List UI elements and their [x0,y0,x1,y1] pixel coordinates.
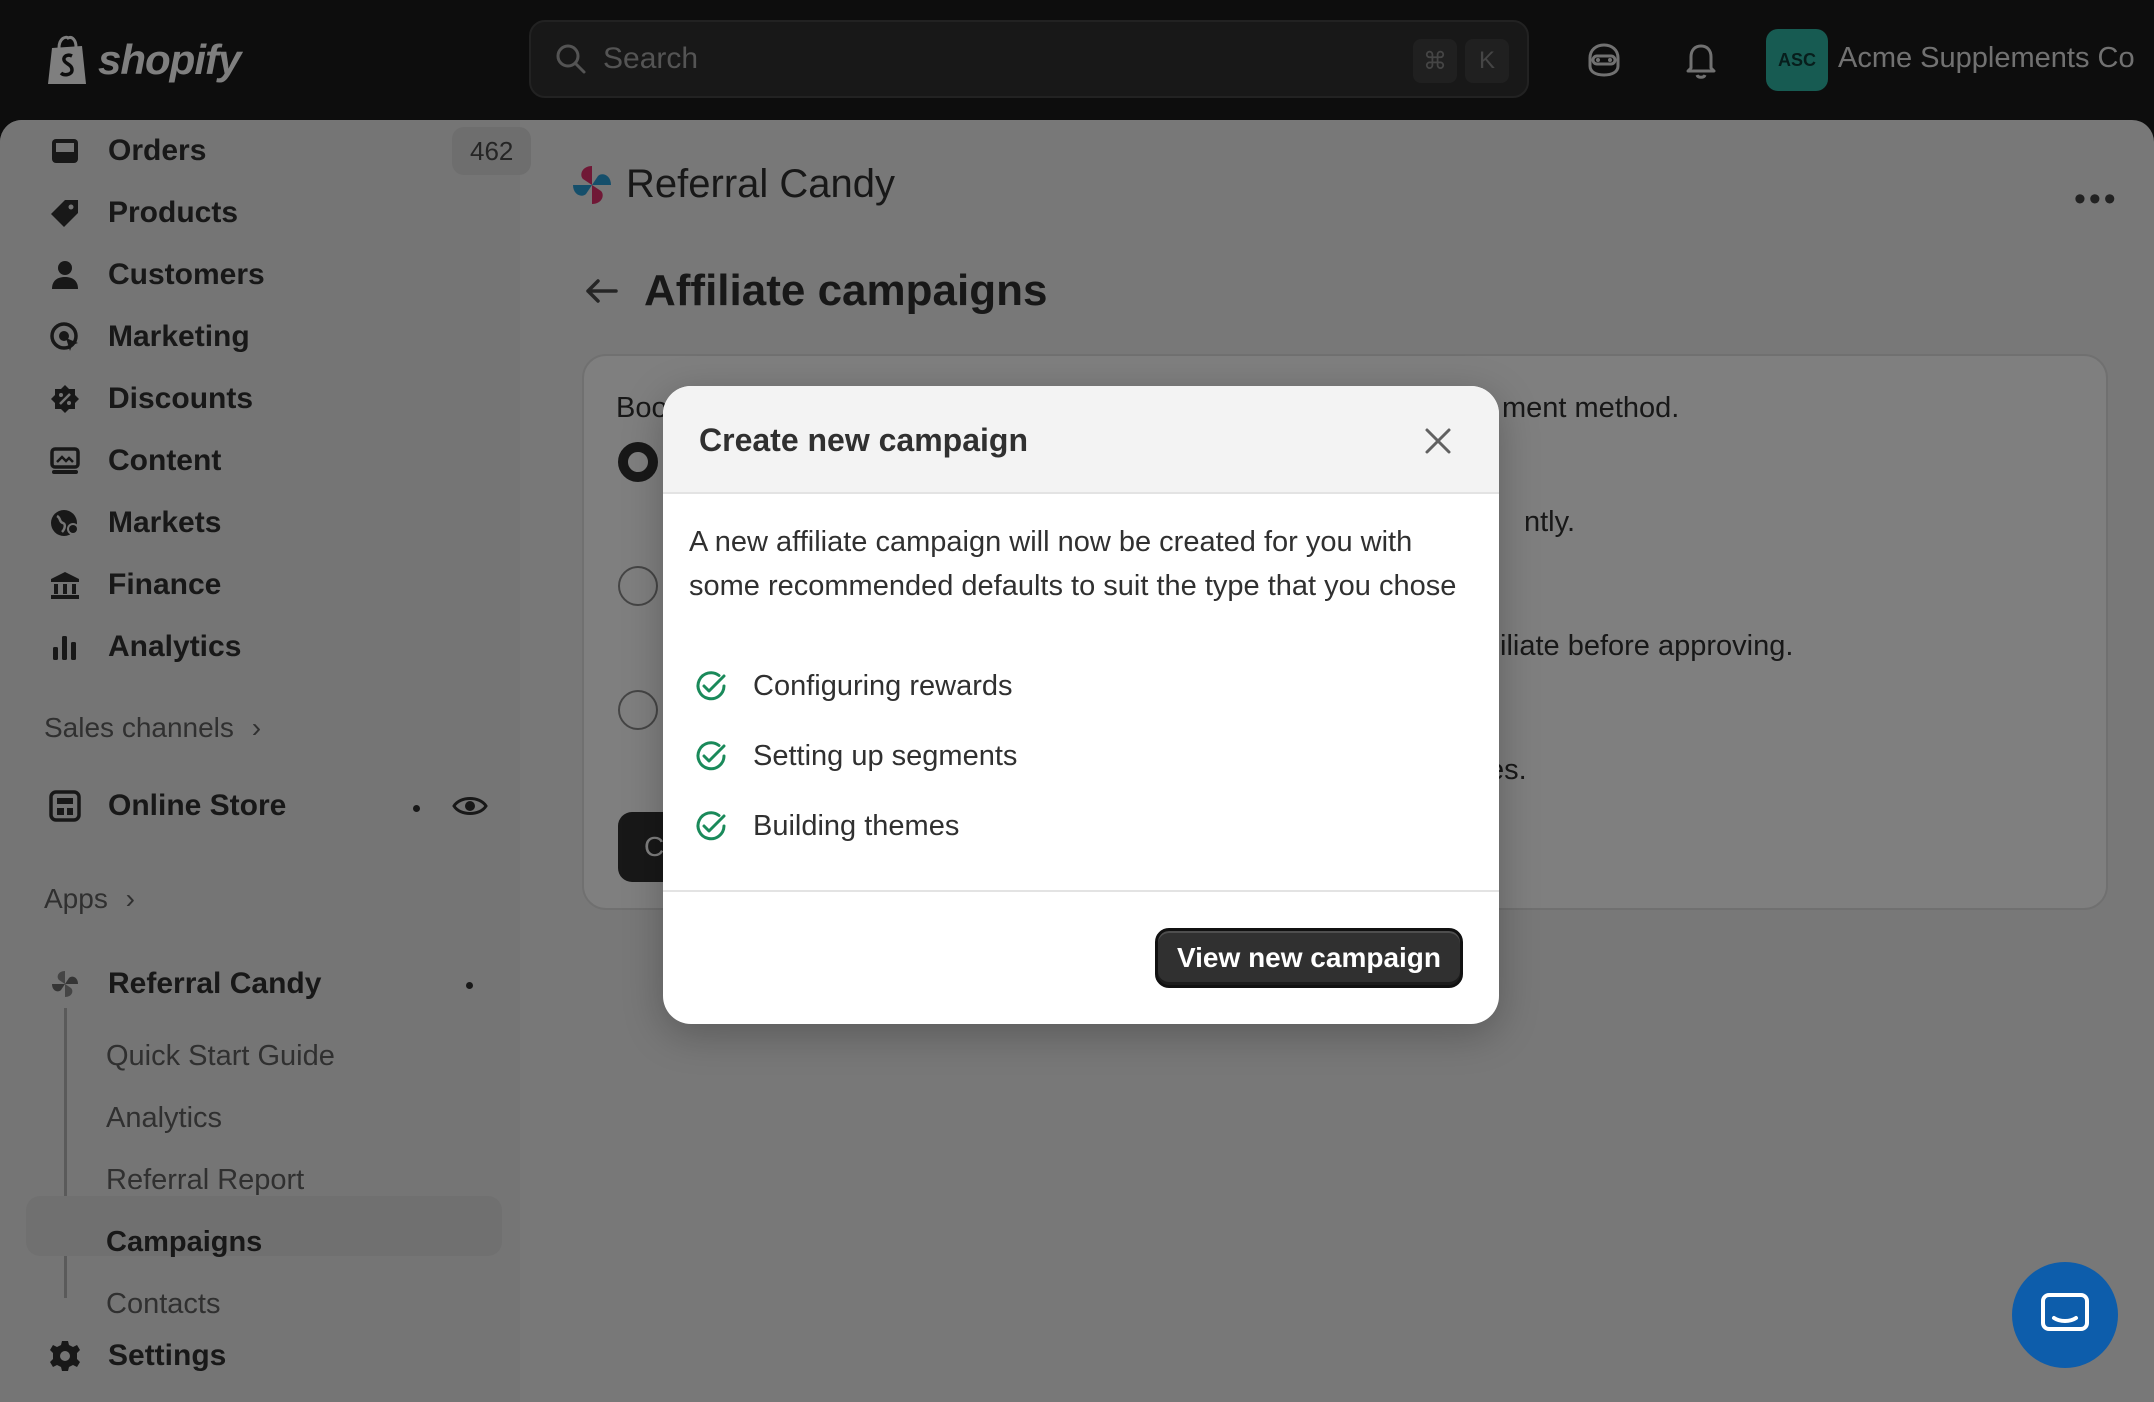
step-configuring-rewards: Configuring rewards [693,668,1013,704]
modal-description: A new affiliate campaign will now be cre… [689,526,1457,602]
chat-launcher-button[interactable] [2012,1262,2118,1368]
view-new-campaign-button[interactable]: View new campaign [1155,928,1463,988]
chat-bubble-icon [2041,1293,2089,1331]
modal-header: Create new campaign [663,386,1499,494]
step-setting-up-segments: Setting up segments [693,738,1017,774]
modal-title: Create new campaign [699,422,1028,458]
create-campaign-modal: Create new campaign A new affiliate camp… [663,386,1499,1024]
modal-footer: View new campaign [663,890,1499,1024]
step-label: Building themes [753,809,960,842]
close-icon[interactable] [1419,422,1457,460]
step-label: Setting up segments [753,739,1018,772]
step-building-themes: Building themes [693,808,959,844]
check-circle-icon [696,741,726,771]
check-circle-icon [696,671,726,701]
step-label: Configuring rewards [753,669,1013,702]
check-circle-icon [696,811,726,841]
